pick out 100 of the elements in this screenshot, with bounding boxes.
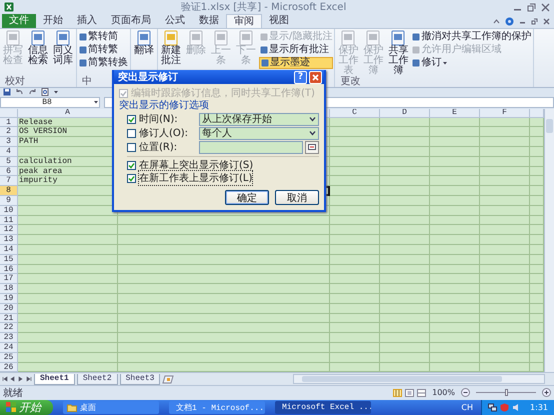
help-button[interactable]: ? bbox=[294, 70, 307, 84]
row-header[interactable]: 17 bbox=[0, 274, 18, 284]
redo-icon[interactable] bbox=[28, 88, 37, 96]
table-cell bbox=[480, 264, 530, 274]
table-cell bbox=[380, 304, 430, 314]
row-header[interactable]: 19 bbox=[0, 294, 18, 304]
row-header[interactable]: 22 bbox=[0, 323, 18, 334]
spreadsheet-icon[interactable] bbox=[4, 2, 14, 12]
collapse-button[interactable] bbox=[305, 140, 319, 154]
vertical-scrollbar[interactable] bbox=[544, 108, 554, 372]
checkbox[interactable] bbox=[127, 174, 136, 182]
table-cell bbox=[430, 206, 480, 216]
row-header[interactable]: 5 bbox=[0, 156, 18, 167]
tab-scroll-icon[interactable] bbox=[26, 376, 32, 382]
new-sheet-icon[interactable] bbox=[162, 374, 174, 384]
row-header[interactable]: 20 bbox=[0, 304, 18, 314]
row-header[interactable]: 18 bbox=[0, 284, 18, 294]
tab-scroll-icon[interactable] bbox=[2, 376, 8, 382]
row-header[interactable]: 11 bbox=[0, 216, 18, 226]
row-header[interactable]: 13 bbox=[0, 235, 18, 245]
row-header[interactable]: 4 bbox=[0, 146, 18, 157]
ribbon-button[interactable]: 共享工作簿 bbox=[386, 30, 410, 76]
close-button[interactable] bbox=[309, 70, 322, 84]
range-field[interactable] bbox=[199, 140, 303, 154]
zoom-out-icon[interactable] bbox=[461, 388, 470, 398]
ribbon-tab[interactable]: 审阅 bbox=[226, 14, 262, 28]
ribbon-button[interactable]: 翻译 bbox=[132, 30, 156, 56]
taskbar-button[interactable]: 文档1 - Microsof... bbox=[169, 400, 265, 414]
caret-up-icon[interactable] bbox=[493, 18, 500, 24]
help-icon[interactable] bbox=[505, 16, 514, 26]
ribbon-button[interactable]: 简转繁 bbox=[78, 44, 129, 56]
checkbox[interactable] bbox=[127, 142, 136, 152]
ribbon-tab[interactable]: 视图 bbox=[262, 14, 296, 28]
ribbon-tab[interactable]: 插入 bbox=[70, 14, 104, 28]
restore-icon[interactable] bbox=[531, 18, 538, 24]
row-header[interactable]: 3 bbox=[0, 137, 18, 147]
zoom-level[interactable]: 100% bbox=[429, 388, 458, 398]
row-header[interactable]: 8 bbox=[0, 186, 18, 196]
table-cell bbox=[480, 294, 530, 304]
ribbon-button[interactable]: 信息检索 bbox=[26, 30, 50, 66]
row-header[interactable]: 24 bbox=[0, 342, 18, 353]
ribbon-tab[interactable]: 开始 bbox=[36, 14, 70, 28]
row-header[interactable]: 26 bbox=[0, 362, 18, 372]
restore-icon[interactable] bbox=[527, 2, 536, 12]
table-cell bbox=[330, 196, 380, 206]
page-break-icon[interactable] bbox=[417, 388, 426, 397]
ribbon-tab[interactable]: 数据 bbox=[192, 14, 226, 28]
row-header[interactable]: 15 bbox=[0, 254, 18, 265]
sheet-tab[interactable]: Sheet3 bbox=[120, 374, 160, 385]
ribbon-button[interactable]: 显示墨迹 bbox=[259, 57, 334, 69]
row-header[interactable]: 7 bbox=[0, 176, 18, 186]
network-icon[interactable] bbox=[488, 402, 498, 412]
taskbar-button[interactable]: 桌面 bbox=[63, 400, 159, 414]
horizontal-scrollbar[interactable] bbox=[293, 374, 545, 384]
row-header[interactable]: 16 bbox=[0, 264, 18, 274]
ribbon-button[interactable]: 新建批注 bbox=[159, 30, 183, 66]
row-header[interactable]: 21 bbox=[0, 314, 18, 324]
table-cell bbox=[330, 156, 380, 167]
ribbon-button[interactable]: 简繁转换 bbox=[78, 57, 129, 69]
row-header[interactable]: 23 bbox=[0, 333, 18, 343]
save-icon[interactable] bbox=[3, 88, 11, 96]
row-header[interactable]: 6 bbox=[0, 166, 18, 176]
row-header[interactable]: 25 bbox=[0, 352, 18, 362]
ribbon-tab[interactable]: 页面布局 bbox=[104, 14, 158, 28]
undo-icon[interactable] bbox=[15, 88, 24, 96]
table-cell bbox=[380, 166, 430, 176]
sheet-tab[interactable]: Sheet2 bbox=[76, 374, 118, 385]
document-icon bbox=[55, 30, 71, 46]
ribbon-tab[interactable]: 公式 bbox=[158, 14, 192, 28]
row-header[interactable]: 9 bbox=[0, 196, 18, 206]
file-tab[interactable]: 文件 bbox=[2, 14, 36, 28]
slider-thumb[interactable] bbox=[505, 389, 508, 396]
dropdown-field[interactable]: 从上次保存开始 bbox=[199, 112, 319, 126]
sheet-tab[interactable]: Sheet1 bbox=[34, 374, 75, 385]
checkbox[interactable] bbox=[127, 128, 136, 138]
language-indicator[interactable]: CH bbox=[461, 402, 482, 412]
dropdown-field[interactable]: 每个人 bbox=[199, 126, 319, 140]
cancel-button[interactable]: 取消 bbox=[275, 190, 319, 205]
normal-view-icon[interactable] bbox=[393, 388, 402, 397]
page-layout-icon[interactable] bbox=[405, 388, 414, 397]
caret-down-icon[interactable] bbox=[53, 89, 59, 96]
zoom-in-icon[interactable] bbox=[542, 388, 551, 398]
name-box[interactable]: B8 bbox=[0, 96, 100, 108]
row-header[interactable]: 1 bbox=[0, 118, 18, 128]
checkbox[interactable] bbox=[127, 114, 136, 124]
ribbon-button[interactable]: 显示所有批注 bbox=[259, 44, 334, 56]
row-header[interactable]: 10 bbox=[0, 206, 18, 216]
ribbon-button[interactable]: 同义词库 bbox=[51, 30, 75, 66]
close-icon[interactable] bbox=[543, 18, 550, 24]
row-header[interactable]: 12 bbox=[0, 225, 18, 236]
ok-button[interactable]: 确定 bbox=[225, 190, 269, 205]
row-header[interactable]: 2 bbox=[0, 127, 18, 138]
row-header[interactable]: 14 bbox=[0, 244, 18, 255]
close-icon[interactable] bbox=[541, 2, 550, 12]
ribbon-button[interactable]: 繁转简 bbox=[78, 31, 129, 43]
print-preview-icon[interactable] bbox=[41, 88, 49, 96]
taskbar-button[interactable]: Microsoft Excel ... bbox=[275, 400, 371, 414]
ribbon-button[interactable]: 修订 bbox=[411, 57, 532, 69]
button-label: 显示所有批注 bbox=[269, 44, 329, 56]
checkbox[interactable] bbox=[127, 160, 136, 170]
